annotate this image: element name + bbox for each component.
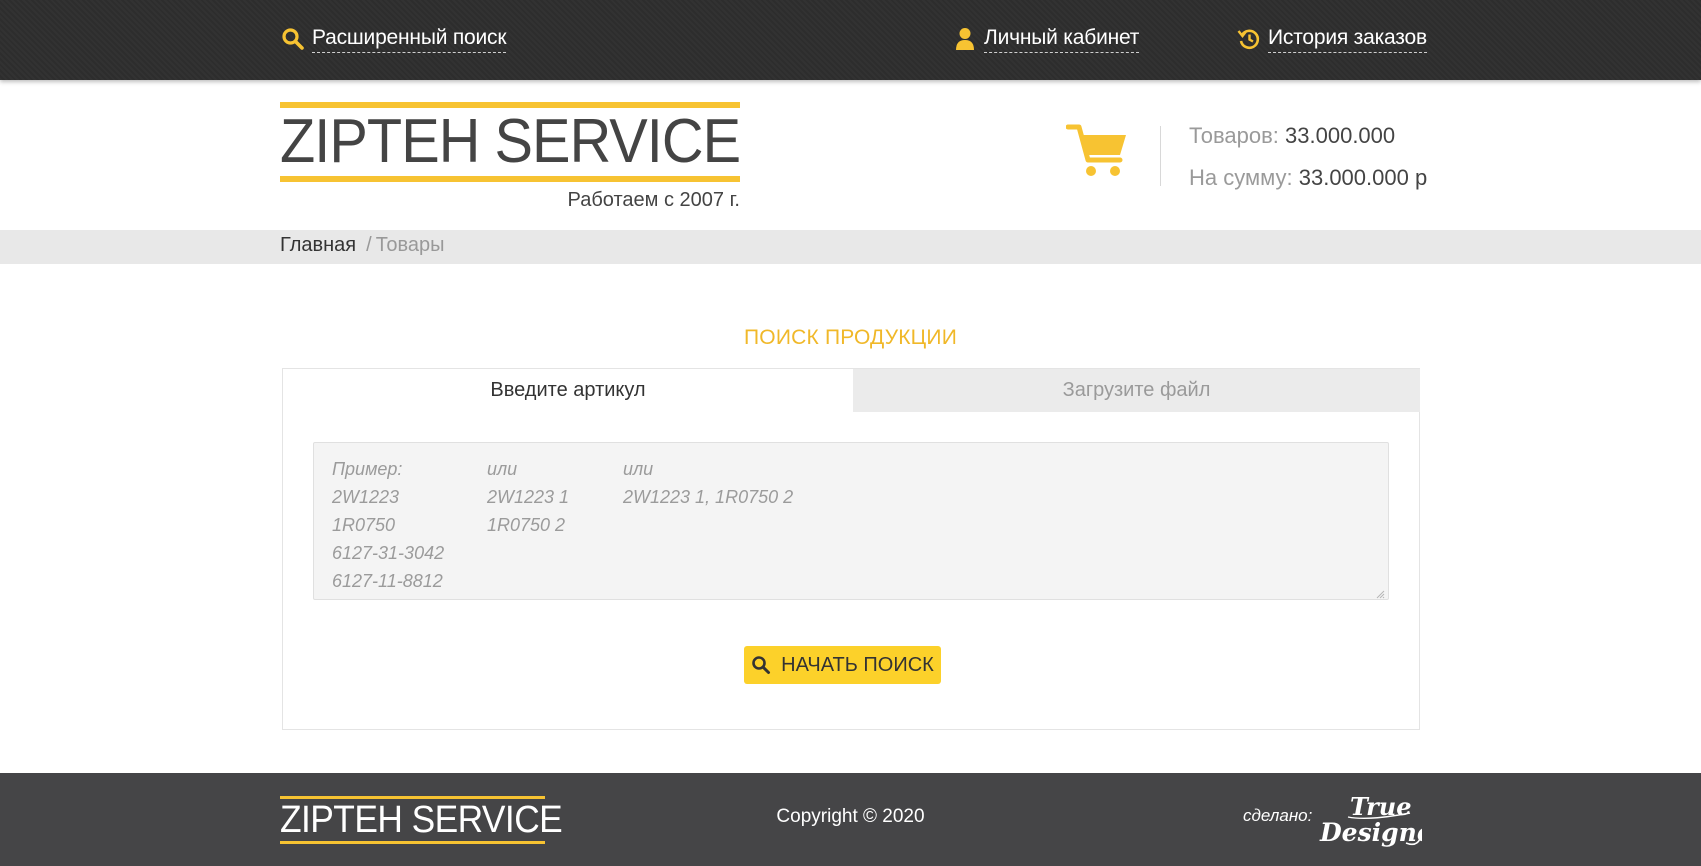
breadcrumb-current: Товары [375,234,445,256]
cart-sum: На сумму: 33.000.000 р [1189,165,1427,191]
breadcrumb-home-link[interactable]: Главная [280,234,356,256]
placeholder-line: или [487,459,518,479]
order-history-link[interactable]: История заказов [1236,22,1427,56]
advanced-search-link[interactable]: Расширенный поиск [280,22,507,56]
top-bar: Расширенный поиск Личный кабинет История… [0,0,1701,80]
advanced-search-label: Расширенный поиск [312,26,507,53]
account-label: Личный кабинет [984,26,1139,53]
breadcrumb: Главная / Товары [0,230,1701,264]
placeholder-line: 1R0750 2 [487,515,566,535]
tab-article[interactable]: Введите артикул [283,369,853,412]
cart-icon[interactable] [1065,122,1128,180]
placeholder-line: или [623,459,654,479]
search-panel: Введите артикул Загрузите файл Пример: 2… [282,368,1420,730]
placeholder-column-1: Пример: 2W1223 1R0750 6127-31-3042 6127-… [332,455,444,595]
placeholder-line: 1R0750 [332,515,396,535]
cart-count: Товаров: 33.000.000 [1189,123,1395,149]
placeholder-column-2: или 2W1223 1 1R0750 2 [487,455,569,539]
order-history-label: История заказов [1268,26,1427,53]
cart-divider [1160,126,1161,186]
placeholder-line: 2W1223 1, 1R0750 2 [623,487,794,507]
tagline: Работаем с 2007 г. [567,189,740,211]
start-search-button[interactable]: НАЧАТЬ ПОИСК [744,646,941,684]
logo-bar-bottom [280,176,740,182]
breadcrumb-separator: / [366,234,372,256]
placeholder-line: 6127-31-3042 [332,543,445,563]
account-link[interactable]: Личный кабинет [952,22,1139,56]
true-designers-logo[interactable]: True Designers [1318,789,1460,851]
cart-sum-label: На сумму: [1189,165,1293,190]
section-title: ПОИСК ПРОДУКЦИИ [743,326,958,349]
placeholder-line: 2W1223 1 [487,487,570,507]
cart-count-value: 33.000.000 [1285,123,1396,148]
site-logo[interactable]: ZIPTEH SERVICE [280,102,741,182]
made-by-label: сделано: [1243,806,1313,825]
history-icon [1236,26,1262,52]
copyright: Copyright © 2020 [776,806,925,827]
start-search-label: НАЧАТЬ ПОИСК [781,653,934,676]
user-icon [952,26,978,52]
placeholder-line: 6127-11-8812 [332,571,443,591]
footer: ZIPTEH SERVICE Copyright © 2020 сделано:… [0,773,1701,866]
search-icon [280,26,306,52]
search-icon [751,655,771,675]
resize-grip-icon[interactable] [1375,586,1385,599]
placeholder-line: 2W1223 [332,487,400,507]
article-textarea[interactable]: Пример: 2W1223 1R0750 6127-31-3042 6127-… [313,442,1389,600]
cart-count-label: Товаров: [1189,123,1279,148]
logo-text: ZIPTEH SERVICE [280,107,741,176]
footer-logo-bar-bottom [280,841,545,844]
cart-sum-value: 33.000.000 р [1298,165,1428,190]
svg-text:True: True [1350,792,1411,821]
placeholder-line: Пример: [332,459,403,479]
placeholder-column-3: или 2W1223 1, 1R0750 2 [623,455,793,511]
tab-upload-file[interactable]: Загрузите файл [853,369,1420,412]
